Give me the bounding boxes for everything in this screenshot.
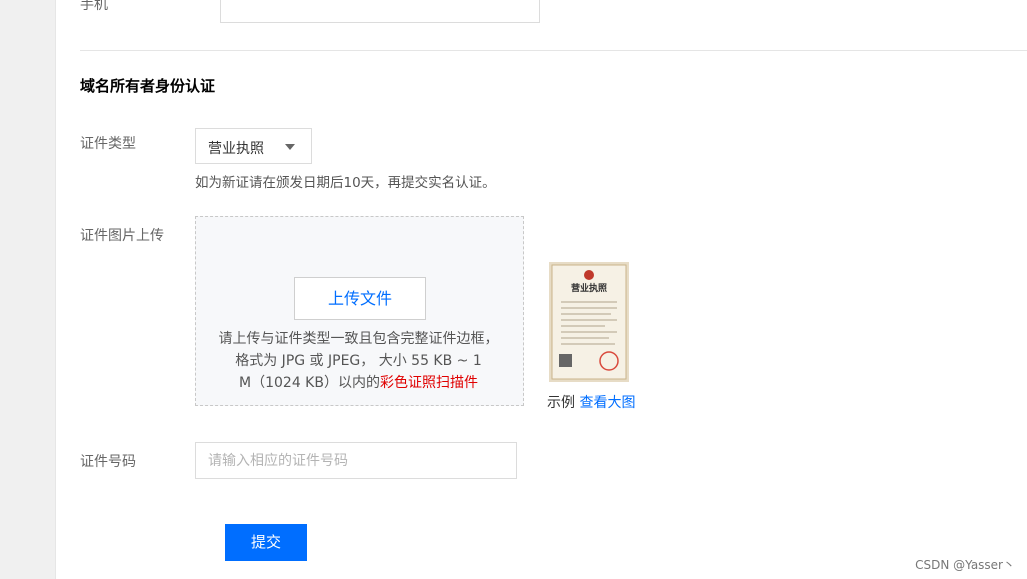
id-number-label: 证件号码 (80, 454, 136, 470)
upload-desc-line3-text: M（1024 KB）以内的 (239, 375, 380, 391)
upload-desc-highlight: 彩色证照扫描件 (379, 375, 478, 391)
sample-caption: 示例 查看大图 (547, 392, 635, 412)
sample-caption-text: 示例 (547, 395, 575, 411)
id-type-select[interactable]: 营业执照 (195, 128, 312, 164)
id-type-label: 证件类型 (80, 136, 136, 152)
submit-button[interactable]: 提交 (225, 524, 307, 561)
sample-license-image: 营业执照 (549, 262, 629, 382)
upload-dropzone[interactable]: 上传文件 请上传与证件类型一致且包含完整证件边框， 格式为 JPG 或 JPEG… (195, 216, 524, 406)
chevron-down-icon (285, 144, 295, 150)
phone-input[interactable] (220, 0, 540, 23)
section-title: 域名所有者身份认证 (80, 77, 216, 95)
upload-desc-line3: M（1024 KB）以内的彩色证照扫描件 (204, 372, 513, 394)
left-gutter (0, 0, 56, 579)
qr-code-icon (559, 354, 572, 367)
watermark: CSDN @Yasser丶 (915, 558, 1015, 572)
emblem-icon (584, 270, 594, 280)
upload-desc-line1: 请上传与证件类型一致且包含完整证件边框， (218, 331, 499, 347)
section-divider (80, 50, 1027, 51)
view-large-image-link[interactable]: 查看大图 (579, 395, 635, 411)
id-type-selected-value: 营业执照 (208, 141, 264, 157)
upload-desc-line2: 格式为 JPG 或 JPEG， 大小 55 KB ~ 1 (235, 353, 482, 369)
upload-label: 证件图片上传 (80, 228, 164, 244)
sample-title: 营业执照 (571, 282, 607, 294)
id-type-hint: 如为新证请在颁发日期后10天，再提交实名认证。 (195, 175, 496, 191)
phone-label: 手机 (80, 0, 108, 13)
upload-file-button[interactable]: 上传文件 (294, 277, 426, 320)
upload-description: 请上传与证件类型一致且包含完整证件边框， 格式为 JPG 或 JPEG， 大小 … (204, 328, 513, 394)
id-number-input[interactable] (195, 442, 517, 479)
